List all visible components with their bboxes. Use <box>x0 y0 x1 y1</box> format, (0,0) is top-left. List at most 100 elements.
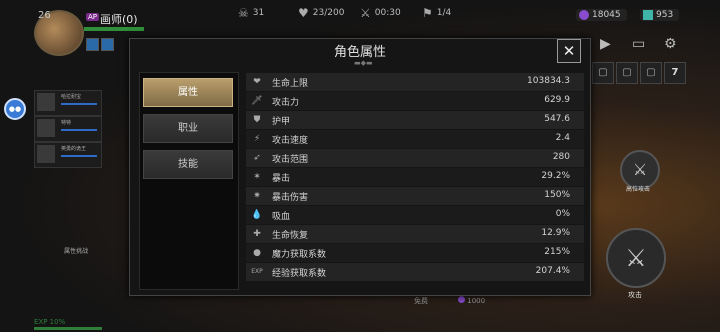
attribute-name: 攻击力 <box>272 98 300 108</box>
teal-gem-amount: 953 <box>656 10 674 20</box>
attribute-value: 207.4% <box>535 266 570 276</box>
party-name: 英勇的诡王 <box>61 146 87 152</box>
critical-icon: ✶ <box>253 172 261 182</box>
lock-icon: ▢ <box>616 62 638 84</box>
attribute-row: ● 魔力获取系数 215% <box>246 244 584 262</box>
chat-bubble[interactable]: ●● <box>4 98 26 120</box>
attribute-list[interactable]: ❤ 生命上限 103834.3 🗡 攻击力 629.9 ⛊ 护甲 547.6 ⚡… <box>246 72 584 288</box>
ultimate-skill-label: 高位攻击 <box>626 186 651 193</box>
mana-icon: ● <box>253 248 261 258</box>
settings-icon[interactable]: ⚙ <box>664 36 677 52</box>
buff-icon[interactable] <box>101 38 114 51</box>
attribute-row: ✷ 暴击伤害 150% <box>246 187 584 205</box>
attribute-name: 攻击范围 <box>272 155 309 165</box>
attribute-value: 150% <box>544 190 570 200</box>
party-avatar <box>37 119 55 137</box>
heart-icon: ♥ <box>298 6 309 20</box>
currency-purple[interactable]: 18045 <box>576 9 627 21</box>
buff-icon[interactable] <box>86 38 99 51</box>
cost-display: 1000 <box>458 296 485 305</box>
top-stat-timer: ⚔ 00:30 <box>360 6 401 20</box>
party-row[interactable]: 英勇的诡王 <box>34 142 102 168</box>
attribute-row: ✚ 生命恢复 12.9% <box>246 225 584 243</box>
tab-attributes[interactable]: 属性 <box>143 78 233 107</box>
attribute-name: 暴击 <box>272 174 291 184</box>
exp-icon: EXP <box>251 268 263 275</box>
attribute-row: ➶ 攻击范围 280 <box>246 149 584 167</box>
purple-gem-icon <box>458 296 465 303</box>
attribute-value: 629.9 <box>544 95 570 105</box>
skull-icon: ☠ <box>238 6 249 20</box>
range-icon: ➶ <box>253 153 261 163</box>
party-hp-bar <box>61 129 97 131</box>
regen-icon: ✚ <box>253 229 261 239</box>
attack-speed-icon: ⚡ <box>253 134 261 144</box>
tab-panel: 属性 职业 技能 <box>139 72 239 290</box>
party-name: 哈拉耐宝 <box>61 94 82 100</box>
close-button[interactable]: ✕ <box>557 39 581 63</box>
ap-badge: AP <box>86 13 100 21</box>
attribute-value: 12.9% <box>541 228 570 238</box>
attribute-name: 生命恢复 <box>272 231 309 241</box>
slot-7[interactable]: 7 <box>664 62 686 84</box>
attribute-row: 🗡 攻击力 629.9 <box>246 92 584 110</box>
modal-title: 角色属性 <box>333 45 386 60</box>
hp-bar <box>84 27 144 31</box>
title-ornament: ▬◆▬ <box>354 59 373 67</box>
party-row[interactable]: 哈拉耐宝 <box>34 90 102 116</box>
attribute-row: ❤ 生命上限 103834.3 <box>246 73 584 91</box>
attribute-row: ⛊ 护甲 547.6 <box>246 111 584 129</box>
party-avatar <box>37 93 55 111</box>
play-icon[interactable]: ▶ <box>600 36 611 52</box>
attribute-name: 暴击伤害 <box>272 193 309 203</box>
tab-profession[interactable]: 职业 <box>143 114 233 143</box>
attribute-value: 103834.3 <box>527 76 570 86</box>
top-stat-skull: ☠ 31 <box>238 6 264 20</box>
teal-gem-icon <box>643 10 653 20</box>
player-name: 画师(0) <box>100 13 138 26</box>
purple-gem-amount: 18045 <box>592 10 621 20</box>
party-row[interactable]: 特特 <box>34 116 102 142</box>
attribute-name: 攻击速度 <box>272 136 309 146</box>
shield-icon: ⛊ <box>253 115 261 125</box>
attribute-value: 0% <box>555 209 570 219</box>
attribute-value: 2.4 <box>555 133 570 143</box>
attribute-name: 魔力获取系数 <box>272 250 327 260</box>
banner-icon: ⚑ <box>422 6 433 20</box>
attribute-value: 547.6 <box>544 114 570 124</box>
exp-bar <box>34 327 102 330</box>
free-label: 免费 <box>414 297 428 305</box>
critical-damage-icon: ✷ <box>253 191 261 201</box>
attribute-value: 29.2% <box>541 171 570 181</box>
attribute-value: 280 <box>552 152 570 162</box>
party-avatar <box>37 145 55 163</box>
exp-label: EXP 10% <box>34 318 66 326</box>
heart-count: 23/200 <box>312 8 345 18</box>
lock-icon: ▢ <box>592 62 614 84</box>
event-label[interactable]: 属性挑战 <box>64 246 88 255</box>
attribute-row: ⚡ 攻击速度 2.4 <box>246 130 584 148</box>
party-name: 特特 <box>61 120 72 126</box>
close-icon: ✕ <box>562 42 576 60</box>
attribute-row: ✶ 暴击 29.2% <box>246 168 584 186</box>
purple-gem-icon <box>579 10 589 20</box>
cost-value: 1000 <box>467 297 486 305</box>
sword-icon: 🗡 <box>251 96 263 106</box>
lifesteal-icon: 💧 <box>251 210 263 220</box>
top-stat-heart: ♥ 23/200 <box>298 6 344 20</box>
heart-icon: ❤ <box>253 77 261 87</box>
tab-skills[interactable]: 技能 <box>143 150 233 179</box>
party-hp-bar <box>61 155 97 157</box>
top-stat-banner: ⚑ 1/4 <box>422 6 451 20</box>
party-hp-bar <box>61 103 97 105</box>
attribute-row: EXP 经验获取系数 207.4% <box>246 263 584 281</box>
attribute-name: 吸血 <box>272 212 291 222</box>
attack-button[interactable]: ⚔ <box>606 228 666 288</box>
attribute-value: 215% <box>544 247 570 257</box>
attribute-name: 经验获取系数 <box>272 269 327 279</box>
skull-count: 31 <box>252 8 265 18</box>
chat-icon[interactable]: ▭ <box>632 36 645 52</box>
timer-value: 00:30 <box>374 8 401 18</box>
currency-teal[interactable]: 953 <box>640 9 680 21</box>
attribute-name: 生命上限 <box>272 79 309 89</box>
